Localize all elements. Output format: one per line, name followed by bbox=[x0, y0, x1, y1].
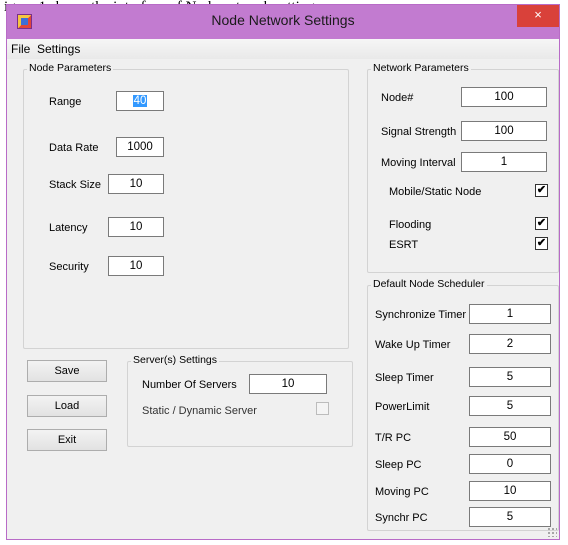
data-rate-label: Data Rate bbox=[49, 142, 99, 154]
server-settings-title: Server(s) Settings bbox=[131, 354, 220, 366]
esrt-checkbox[interactable]: ✔ bbox=[535, 237, 548, 250]
static-dynamic-server-checkbox[interactable] bbox=[316, 402, 329, 415]
resize-grip[interactable] bbox=[547, 527, 557, 537]
close-icon: × bbox=[534, 7, 542, 22]
sleep-timer-label: Sleep Timer bbox=[375, 372, 434, 384]
signal-strength-label: Signal Strength bbox=[381, 126, 457, 138]
tr-pc-input[interactable]: 50 bbox=[469, 427, 551, 447]
menu-file[interactable]: File bbox=[11, 42, 30, 56]
synchronize-timer-input[interactable]: 1 bbox=[469, 304, 551, 324]
load-button[interactable]: Load bbox=[27, 395, 107, 417]
moving-interval-input[interactable]: 1 bbox=[461, 152, 547, 172]
settings-window: Node Network Settings × File Settings No… bbox=[6, 4, 560, 540]
stack-size-label: Stack Size bbox=[49, 179, 101, 191]
sleep-pc-input[interactable]: 0 bbox=[469, 454, 551, 474]
latency-label: Latency bbox=[49, 222, 88, 234]
close-button[interactable]: × bbox=[517, 5, 559, 27]
flooding-checkbox[interactable]: ✔ bbox=[535, 217, 548, 230]
moving-interval-label: Moving Interval bbox=[381, 157, 456, 169]
title-bar[interactable]: Node Network Settings × bbox=[7, 5, 559, 39]
node-parameters-group bbox=[23, 69, 349, 349]
range-value: 40 bbox=[132, 95, 148, 107]
power-limit-label: PowerLimit bbox=[375, 401, 430, 413]
static-dynamic-server-label: Static / Dynamic Server bbox=[142, 405, 257, 417]
wake-up-timer-label: Wake Up Timer bbox=[375, 339, 451, 351]
number-of-servers-input[interactable]: 10 bbox=[249, 374, 327, 394]
menu-bar: File Settings bbox=[7, 39, 559, 59]
synchr-pc-input[interactable]: 5 bbox=[469, 507, 551, 527]
node-parameters-title: Node Parameters bbox=[27, 62, 114, 74]
range-input[interactable]: 40 bbox=[116, 91, 164, 111]
esrt-label: ESRT bbox=[389, 239, 419, 251]
signal-strength-input[interactable]: 100 bbox=[461, 121, 547, 141]
security-input[interactable]: 10 bbox=[108, 256, 164, 276]
sleep-pc-label: Sleep PC bbox=[375, 459, 422, 471]
security-label: Security bbox=[49, 261, 89, 273]
sleep-timer-input[interactable]: 5 bbox=[469, 367, 551, 387]
number-of-servers-label: Number Of Servers bbox=[142, 379, 237, 391]
power-limit-input[interactable]: 5 bbox=[469, 396, 551, 416]
exit-button[interactable]: Exit bbox=[27, 429, 107, 451]
moving-pc-label: Moving PC bbox=[375, 486, 429, 498]
flooding-label: Flooding bbox=[389, 219, 432, 231]
window-title: Node Network Settings bbox=[211, 12, 355, 28]
wake-up-timer-input[interactable]: 2 bbox=[469, 334, 551, 354]
menu-settings[interactable]: Settings bbox=[37, 42, 80, 56]
data-rate-input[interactable]: 1000 bbox=[116, 137, 164, 157]
range-label: Range bbox=[49, 96, 82, 108]
node-count-label: Node# bbox=[381, 92, 414, 104]
moving-pc-input[interactable]: 10 bbox=[469, 481, 551, 501]
latency-input[interactable]: 10 bbox=[108, 217, 164, 237]
mobile-static-checkbox[interactable]: ✔ bbox=[535, 184, 548, 197]
save-button[interactable]: Save bbox=[27, 360, 107, 382]
stack-size-input[interactable]: 10 bbox=[108, 174, 164, 194]
scheduler-title: Default Node Scheduler bbox=[371, 278, 487, 290]
mobile-static-label: Mobile/Static Node bbox=[389, 186, 482, 198]
node-count-input[interactable]: 100 bbox=[461, 87, 547, 107]
synchronize-timer-label: Synchronize Timer bbox=[375, 309, 467, 321]
network-parameters-title: Network Parameters bbox=[371, 62, 471, 74]
tr-pc-label: T/R PC bbox=[375, 432, 412, 444]
synchr-pc-label: Synchr PC bbox=[375, 512, 428, 524]
